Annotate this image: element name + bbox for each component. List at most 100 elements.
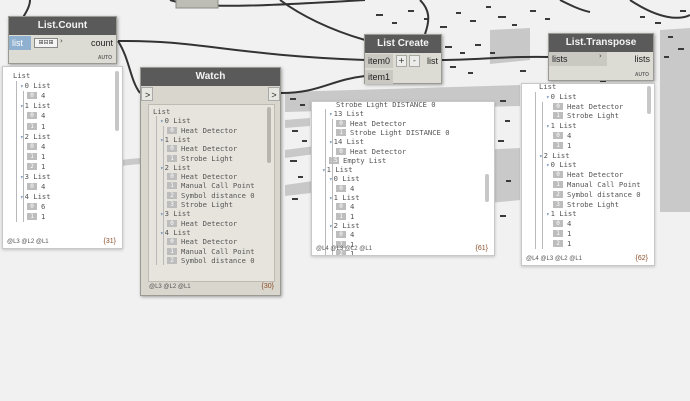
port-label: lists xyxy=(552,54,568,64)
tree-item: 1 Manual Call Point xyxy=(167,247,255,256)
tree-label: 0 List xyxy=(164,116,191,126)
tree-list-header: ▾4 List xyxy=(160,228,191,237)
tree-list-header: ▾0 List xyxy=(546,160,577,169)
tree-item: 04 xyxy=(27,142,45,151)
tree-label: 1 List xyxy=(550,121,577,131)
tree-item: 0 Heat Detector xyxy=(553,170,623,179)
tree-guide-line xyxy=(332,118,333,255)
tree-item: 21 xyxy=(27,162,45,171)
lacing-indicator[interactable]: AUTO xyxy=(98,55,112,61)
input-port-list[interactable]: list xyxy=(9,36,31,50)
tree-value: 4 xyxy=(350,183,355,193)
scrollbar[interactable] xyxy=(485,174,489,202)
tree-value: Manual Call Point xyxy=(181,181,255,191)
collapse-caret-icon[interactable]: ▾ xyxy=(546,211,550,218)
tree-value: Strobe Light xyxy=(181,200,233,209)
tree-list-header: ▾1 List xyxy=(160,135,191,144)
item-count: {62} xyxy=(635,255,648,262)
tree-item: 11 xyxy=(27,212,45,221)
collapse-caret-icon[interactable]: ▾ xyxy=(329,111,333,118)
tree-value: 1 xyxy=(41,161,46,171)
tree-value: 6 xyxy=(41,202,46,212)
port-label: list xyxy=(12,38,23,48)
output-port-watch[interactable]: > xyxy=(268,87,280,101)
remove-input-button[interactable]: - xyxy=(409,55,420,67)
collapse-caret-icon[interactable]: ▾ xyxy=(160,118,164,125)
tree-item: 15 Empty List xyxy=(329,156,386,165)
tree-value: 1 xyxy=(567,238,572,248)
list-at-level-icon[interactable]: ⊞⊟⊞ xyxy=(34,38,58,48)
output-port-count[interactable]: count xyxy=(88,36,116,50)
tree-list-header: ▾2 List xyxy=(20,132,51,141)
level-indicators: @L3 @L2 @L1 xyxy=(7,239,49,245)
tree-label: 3 List xyxy=(164,209,191,219)
index-badge: 0 xyxy=(27,112,37,120)
preview-bubble-count[interactable]: List ▾0 List 0 4 ▾1 List 0 4 1 1 ▾2 List 0 4 1 1 2 1 ▾3 … xyxy=(2,66,123,249)
tree-list-header: ▾4 List xyxy=(20,192,51,201)
tree-item: 0 Heat Detector xyxy=(167,126,237,135)
tree-label: 0 List xyxy=(550,91,577,101)
tree-label: 1 List xyxy=(550,209,577,219)
level-indicators: @L4 @L3 @L2 @L1 xyxy=(526,256,583,262)
use-levels-arrow-icon[interactable]: › xyxy=(599,52,602,60)
tree-list-header: ▾14 List xyxy=(329,137,364,146)
output-port-lists[interactable]: lists xyxy=(632,52,654,66)
watch-node[interactable]: Watch > > List ▾0 List 0 Heat Detector ▾1 Li… xyxy=(140,67,281,296)
preview-tree: List ▾0 List 0 Heat Detector ▾1 List 0 Heat De… xyxy=(153,107,271,269)
tree-label: 2 List xyxy=(333,220,360,230)
tree-value: Manual Call Point xyxy=(181,246,255,256)
tree-text: List xyxy=(153,107,171,116)
index-badge: 1 xyxy=(167,182,177,190)
tree-value: Heat Detector xyxy=(181,144,238,154)
index-badge: 0 xyxy=(167,238,177,246)
item-count: {30} xyxy=(261,283,274,290)
tree-label: 4 List xyxy=(24,192,51,202)
tree-value: 4 xyxy=(41,91,46,101)
tree-item: 04 xyxy=(27,182,45,191)
tree-item: 1 Manual Call Point xyxy=(167,181,255,190)
scrollbar[interactable] xyxy=(267,107,271,163)
index-badge: 1 xyxy=(553,112,563,120)
scrollbar[interactable] xyxy=(115,71,119,131)
preview-bubble-transpose[interactable]: List ▾0 List 0 Heat Detector 1 Strobe Light ▾1… xyxy=(521,83,655,266)
tree-guide-line xyxy=(163,125,164,266)
tree-item: 0 Heat Detector xyxy=(167,144,237,153)
index-badge: 1 xyxy=(336,128,346,136)
tree-item: 1 Strobe Light xyxy=(553,111,619,120)
tree-label: 0 List xyxy=(550,160,577,170)
use-levels-arrow-icon[interactable]: › xyxy=(60,37,63,45)
tree-list-header: ▾0 List xyxy=(329,174,360,183)
collapse-caret-icon[interactable]: ▾ xyxy=(546,162,550,169)
index-badge: 15 xyxy=(329,156,339,164)
index-badge: 1 xyxy=(553,230,563,237)
watch-display[interactable]: List ▾0 List 0 Heat Detector ▾1 List 0 Heat De… xyxy=(148,104,275,282)
port-arrow-icon: > xyxy=(145,90,151,100)
add-input-button[interactable]: + xyxy=(396,55,407,67)
list-create-node[interactable]: List Create item0 item1 + - list xyxy=(364,34,442,84)
index-badge: 0 xyxy=(167,126,177,134)
index-badge: 1 xyxy=(336,212,346,220)
collapse-caret-icon[interactable]: ▾ xyxy=(546,94,550,101)
index-badge: 3 xyxy=(553,200,563,208)
input-port-watch[interactable]: > xyxy=(141,87,153,101)
output-port-list[interactable]: list xyxy=(424,54,441,68)
node-title: List Create xyxy=(365,35,441,53)
index-badge: 1 xyxy=(167,154,177,162)
tree-list-header: ▾0 List xyxy=(160,116,191,125)
tree-value: Empty List xyxy=(343,155,387,165)
tree-item: 0 Heat Detector xyxy=(167,219,237,228)
tree-list-header: ▾2 List xyxy=(539,151,570,160)
list-transpose-node[interactable]: List.Transpose lists › lists AUTO xyxy=(548,33,654,81)
input-port-item0[interactable]: item0 xyxy=(365,54,393,68)
collapse-caret-icon[interactable]: ▾ xyxy=(546,123,550,130)
index-badge: 0 xyxy=(336,147,346,155)
tree-item: 11 xyxy=(27,122,45,131)
collapse-caret-icon[interactable]: ▾ xyxy=(20,83,24,90)
input-port-item1[interactable]: item1 xyxy=(365,70,393,84)
preview-bubble-list-create[interactable]: Strobe Light DISTANCE 0 ▾13 List 0 Heat Det… xyxy=(311,101,495,256)
list-count-node[interactable]: List.Count list ⊞⊟⊞ › count AUTO xyxy=(8,16,117,64)
tree-item: 2 Symbol distance 0 xyxy=(553,190,641,199)
index-badge: 0 xyxy=(553,171,563,179)
scrollbar[interactable] xyxy=(647,86,651,114)
lacing-indicator[interactable]: AUTO xyxy=(635,72,649,78)
